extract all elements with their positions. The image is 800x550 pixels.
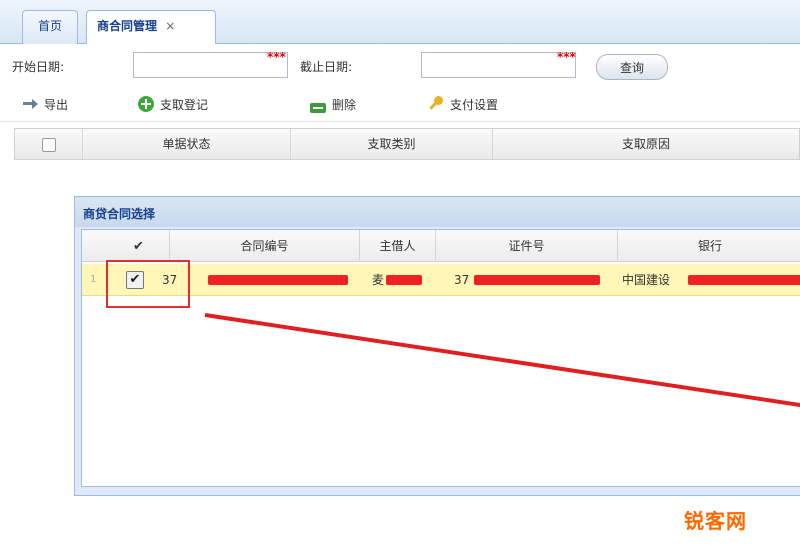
- contract-select-dialog: 商贷合同选择 ✔ 合同编号 主借人 证件号 银行 1 ✔ 37 麦 37 中国建…: [74, 196, 800, 496]
- tab-bar: 首页 商合同管理 ×: [0, 0, 800, 45]
- tab-contract-management[interactable]: 商合同管理 ×: [86, 10, 216, 45]
- redaction-bar: [386, 275, 422, 285]
- watermark-logo: 锐客网: [684, 509, 747, 533]
- start-date-label: 开始日期:: [12, 60, 65, 74]
- add-label: 支取登记: [160, 98, 209, 112]
- select-all-cell[interactable]: [15, 129, 83, 159]
- borrower-cell: 麦: [372, 273, 385, 287]
- redaction-bar: [688, 275, 800, 285]
- delete-button[interactable]: 删除: [310, 94, 356, 116]
- check-column-header[interactable]: ✔: [108, 230, 170, 262]
- end-date-input[interactable]: [421, 52, 576, 78]
- plus-icon: [138, 96, 154, 112]
- key-icon: [428, 96, 444, 112]
- start-date-input[interactable]: [133, 52, 288, 78]
- redaction-bar: [474, 275, 600, 285]
- close-icon[interactable]: ×: [165, 19, 175, 33]
- tab-home[interactable]: 首页: [22, 10, 78, 44]
- column-header[interactable]: 主借人: [360, 230, 436, 262]
- check-icon: ✔: [133, 239, 144, 254]
- dialog-title: 商贷合同选择: [75, 197, 800, 227]
- end-date-label: 截止日期:: [300, 60, 353, 74]
- select-all-checkbox[interactable]: [41, 137, 56, 152]
- settings-label: 支付设置: [450, 98, 499, 112]
- add-withdrawal-button[interactable]: 支取登记: [138, 94, 208, 116]
- redaction-bar: [208, 275, 348, 285]
- column-header[interactable]: 支取原因: [493, 129, 799, 159]
- export-label: 导出: [44, 98, 69, 112]
- payment-settings-button[interactable]: 支付设置: [428, 94, 498, 116]
- query-button[interactable]: 查询: [596, 54, 668, 80]
- delete-label: 删除: [332, 98, 357, 112]
- id-number-cell: 37: [454, 273, 470, 287]
- required-mark: ***: [267, 50, 286, 64]
- bank-cell: 中国建设: [622, 273, 671, 287]
- annotation-highlight-box: [106, 260, 190, 308]
- toolbar: 导出 支取登记 删除 支付设置: [0, 86, 800, 122]
- main-grid-header: 单据状态 支取类别 支取原因: [14, 128, 800, 160]
- export-button[interactable]: 导出: [22, 94, 68, 116]
- tab-home-label: 首页: [37, 19, 62, 33]
- required-mark: ***: [557, 50, 576, 64]
- minus-icon: [310, 103, 326, 113]
- column-header[interactable]: 单据状态: [83, 129, 291, 159]
- tab-contract-label: 商合同管理: [97, 19, 158, 33]
- column-header[interactable]: 合同编号: [170, 230, 360, 262]
- row-number: 1: [90, 274, 97, 285]
- column-header[interactable]: 银行: [618, 230, 800, 262]
- column-header[interactable]: 证件号: [436, 230, 618, 262]
- search-bar: 开始日期: *** 截止日期: *** 查询: [0, 44, 800, 84]
- column-header[interactable]: 支取类别: [291, 129, 493, 159]
- dialog-grid-header: ✔ 合同编号 主借人 证件号 银行: [82, 230, 800, 262]
- export-icon: [22, 96, 38, 112]
